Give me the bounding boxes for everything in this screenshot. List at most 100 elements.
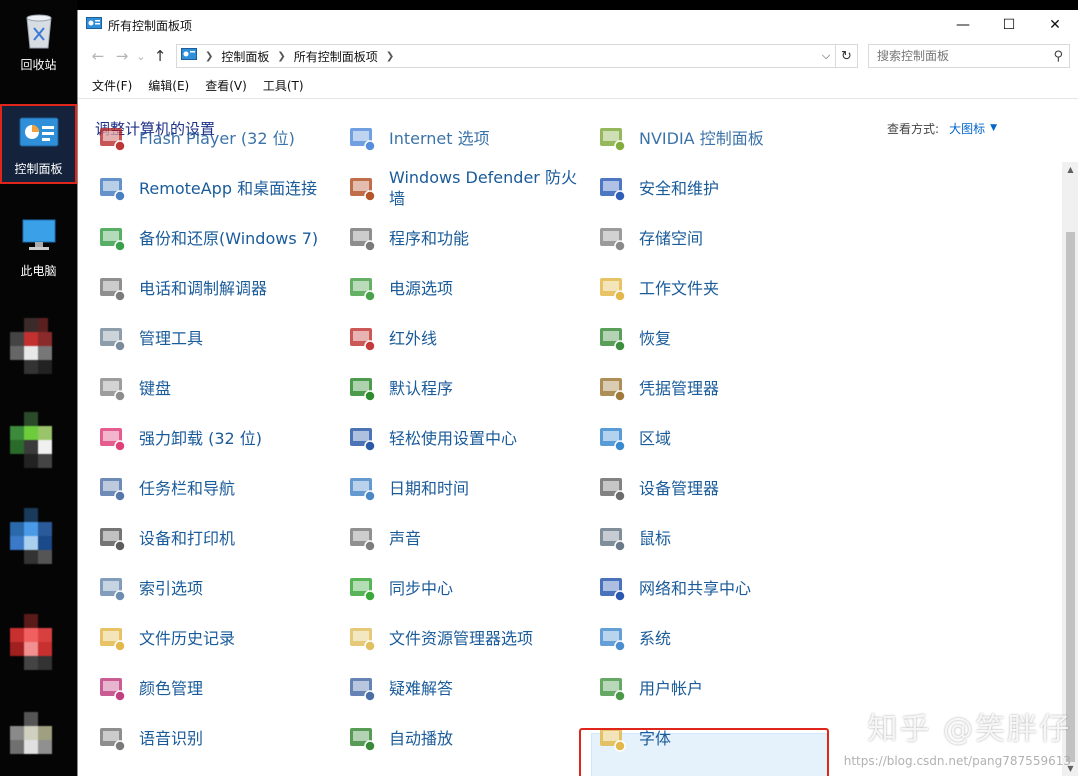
control-panel-item-label[interactable]: 系统 — [639, 628, 671, 649]
control-panel-item-label[interactable]: 键盘 — [139, 378, 171, 399]
control-panel-item[interactable]: 轻松使用设置中心 — [345, 414, 585, 462]
recent-locations-icon[interactable]: ⌄ — [134, 50, 148, 63]
control-panel-item[interactable]: 电源选项 — [345, 264, 585, 312]
control-panel-item-label[interactable]: NVIDIA 控制面板 — [639, 128, 764, 149]
breadcrumb-separator-icon[interactable]: ❯ — [277, 51, 285, 62]
menu-file[interactable]: 文件(F) — [92, 77, 132, 94]
control-panel-item-label[interactable]: 强力卸载 (32 位) — [139, 428, 262, 449]
pixelated-desktop-icon[interactable] — [10, 508, 62, 578]
control-panel-item[interactable]: 强力卸载 (32 位) — [95, 414, 335, 462]
control-panel-item-label[interactable]: 自动播放 — [389, 728, 453, 749]
control-panel-item[interactable]: 存储空间 — [595, 214, 835, 262]
control-panel-item-label[interactable]: 用户帐户 — [639, 678, 703, 699]
control-panel-item-label[interactable]: 电源选项 — [389, 278, 453, 299]
control-panel-item[interactable]: 声音 — [345, 514, 585, 562]
control-panel-item[interactable]: 文件资源管理器选项 — [345, 614, 585, 662]
control-panel-item-label[interactable]: 日期和时间 — [389, 478, 469, 499]
control-panel-item[interactable]: 系统 — [595, 614, 835, 662]
control-panel-item[interactable]: 语音识别 — [95, 714, 335, 762]
control-panel-item[interactable]: 索引选项 — [95, 564, 335, 612]
close-button[interactable]: ✕ — [1032, 10, 1078, 40]
control-panel-item-label[interactable]: 恢复 — [639, 328, 671, 349]
scrollbar-thumb[interactable] — [1066, 232, 1075, 762]
breadcrumb-separator-icon[interactable]: ❯ — [386, 51, 394, 62]
control-panel-item[interactable]: 凭据管理器 — [595, 364, 835, 412]
control-panel-item[interactable]: 颜色管理 — [95, 664, 335, 712]
minimize-button[interactable]: — — [940, 10, 986, 40]
control-panel-item-label[interactable]: 任务栏和导航 — [139, 478, 235, 499]
breadcrumb-separator-icon[interactable]: ❯ — [205, 51, 213, 62]
pixelated-desktop-icon[interactable] — [10, 412, 62, 482]
breadcrumb-control-panel[interactable]: 控制面板 — [221, 48, 269, 65]
control-panel-item-label[interactable]: Internet 选项 — [389, 128, 490, 149]
control-panel-item-label[interactable]: 文件资源管理器选项 — [389, 628, 533, 649]
control-panel-item[interactable]: RemoteApp 和桌面连接 — [95, 164, 335, 212]
control-panel-item-label[interactable]: 电话和调制解调器 — [139, 278, 267, 299]
control-panel-item[interactable]: 任务栏和导航 — [95, 464, 335, 512]
control-panel-item-label[interactable]: 索引选项 — [139, 578, 203, 599]
control-panel-item[interactable]: 键盘 — [95, 364, 335, 412]
control-panel-item[interactable]: 备份和还原(Windows 7) — [95, 214, 335, 262]
control-panel-item-label[interactable]: 备份和还原(Windows 7) — [139, 228, 318, 249]
view-by-dropdown[interactable]: 大图标 — [949, 120, 985, 137]
control-panel-item-label[interactable]: 鼠标 — [639, 528, 671, 549]
desktop-icon-control-panel[interactable]: 控制面板 — [0, 104, 77, 184]
control-panel-item[interactable]: 设备和打印机 — [95, 514, 335, 562]
control-panel-item-label[interactable]: 同步中心 — [389, 578, 453, 599]
control-panel-item[interactable]: 同步中心 — [345, 564, 585, 612]
control-panel-item-label[interactable]: 管理工具 — [139, 328, 203, 349]
control-panel-item[interactable]: 恢复 — [595, 314, 835, 362]
breadcrumb-all-items[interactable]: 所有控制面板项 — [294, 48, 378, 65]
vertical-scrollbar[interactable]: ▲ ▼ — [1062, 162, 1078, 776]
control-panel-item[interactable]: 工作文件夹 — [595, 264, 835, 312]
control-panel-item-label[interactable]: 默认程序 — [389, 378, 453, 399]
menu-tools[interactable]: 工具(T) — [263, 77, 304, 94]
control-panel-item[interactable]: Internet 选项 — [345, 114, 585, 162]
control-panel-item-label[interactable]: 轻松使用设置中心 — [389, 428, 517, 449]
control-panel-item[interactable]: 默认程序 — [345, 364, 585, 412]
search-box[interactable]: ⚲ — [868, 44, 1070, 68]
up-arrow-icon[interactable]: ↑ — [148, 47, 172, 65]
pixelated-desktop-icon[interactable] — [10, 614, 62, 684]
caret-down-icon[interactable]: ▼ — [990, 123, 997, 133]
control-panel-item-label[interactable]: 网络和共享中心 — [639, 578, 751, 599]
control-panel-item-label[interactable]: 区域 — [639, 428, 671, 449]
control-panel-item-label[interactable]: Flash Player (32 位) — [139, 128, 295, 149]
pixelated-desktop-icon[interactable] — [10, 318, 62, 388]
control-panel-item[interactable]: 网络和共享中心 — [595, 564, 835, 612]
control-panel-item[interactable]: NVIDIA 控制面板 — [595, 114, 835, 162]
control-panel-item[interactable]: 日期和时间 — [345, 464, 585, 512]
control-panel-item-label[interactable]: RemoteApp 和桌面连接 — [139, 178, 317, 199]
control-panel-item[interactable]: Flash Player (32 位) — [95, 114, 335, 162]
chevron-down-icon[interactable]: ⌵ — [817, 49, 835, 63]
control-panel-item-label[interactable]: 文件历史记录 — [139, 628, 235, 649]
control-panel-item[interactable]: 程序和功能 — [345, 214, 585, 262]
control-panel-item[interactable]: 文件历史记录 — [95, 614, 335, 662]
pixelated-desktop-icon[interactable] — [10, 712, 62, 776]
control-panel-item-label[interactable]: 声音 — [389, 528, 421, 549]
desktop-icon-recycle-bin[interactable]: 回收站 — [0, 8, 77, 78]
menu-view[interactable]: 查看(V) — [205, 77, 247, 94]
control-panel-item-label[interactable]: 凭据管理器 — [639, 378, 719, 399]
control-panel-item[interactable]: 电话和调制解调器 — [95, 264, 335, 312]
control-panel-item[interactable]: 管理工具 — [95, 314, 335, 362]
forward-arrow-icon[interactable]: → — [110, 47, 134, 65]
menu-edit[interactable]: 编辑(E) — [148, 77, 189, 94]
control-panel-item-label[interactable]: 疑难解答 — [389, 678, 453, 699]
control-panel-item[interactable]: 设备管理器 — [595, 464, 835, 512]
control-panel-item-label[interactable]: 工作文件夹 — [639, 278, 719, 299]
refresh-button[interactable]: ↻ — [836, 44, 858, 68]
title-bar[interactable]: 所有控制面板项 — ☐ ✕ — [78, 10, 1078, 40]
control-panel-item[interactable]: 区域 — [595, 414, 835, 462]
scroll-up-icon[interactable]: ▲ — [1062, 165, 1078, 174]
desktop-icon-this-pc[interactable]: 此电脑 — [0, 214, 77, 284]
control-panel-item[interactable]: 自动播放 — [345, 714, 585, 762]
control-panel-item-label[interactable]: 程序和功能 — [389, 228, 469, 249]
search-input[interactable] — [877, 49, 1037, 63]
search-icon[interactable]: ⚲ — [1053, 49, 1063, 64]
control-panel-item-label[interactable]: Windows Defender 防火墙 — [389, 167, 579, 209]
control-panel-item-label[interactable]: 颜色管理 — [139, 678, 203, 699]
control-panel-item[interactable]: 安全和维护 — [595, 164, 835, 212]
control-panel-item[interactable]: 红外线 — [345, 314, 585, 362]
address-bar[interactable]: ❯ 控制面板 ❯ 所有控制面板项 ❯ ⌵ — [176, 44, 836, 68]
